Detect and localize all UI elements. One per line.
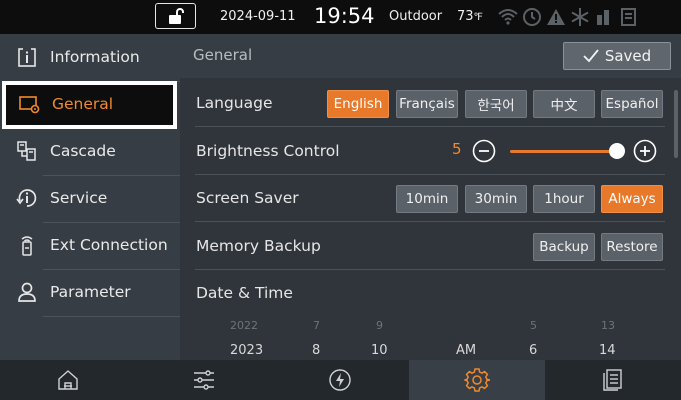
outdoor-temp-value: 73 (457, 9, 474, 24)
outdoor-temperature: 73℉ (457, 9, 483, 24)
nav-home-button[interactable] (0, 360, 136, 400)
picker-prev-minute: 13 (601, 319, 615, 332)
panel-header: General Saved (180, 34, 681, 78)
warning-icon (546, 6, 566, 28)
status-icons (498, 5, 638, 29)
sidebar-item-label: Ext Connection (50, 236, 168, 254)
backup-button[interactable]: Backup (533, 233, 595, 261)
nav-settings-sliders-button[interactable] (136, 360, 272, 400)
sidebar-item-service[interactable]: Service (0, 175, 180, 223)
status-time: 19:54 (314, 4, 375, 28)
sidebar-item-label: Cascade (50, 142, 116, 160)
document-icon (618, 6, 638, 28)
picker-month[interactable]: 8 (312, 343, 320, 358)
language-option-korean[interactable]: 한국어 (465, 90, 527, 118)
gear-icon (464, 368, 490, 392)
general-settings-icon (18, 93, 40, 115)
signal-icon (594, 6, 614, 28)
picker-prev-month: 7 (313, 319, 320, 332)
sidebar-item-label: General (52, 95, 114, 113)
info-icon (16, 46, 38, 68)
language-option-english[interactable]: English (327, 90, 389, 118)
user-icon (16, 281, 38, 303)
date-time-picker[interactable]: 2022 7 9 5 13 2023 8 10 AM 6 14 (180, 316, 681, 360)
language-row: Language English Français 한국어 中文 Español (180, 80, 681, 127)
memory-backup-row: Memory Backup Backup Restore (180, 223, 681, 270)
picker-prev-day: 9 (376, 319, 383, 332)
saved-button-label: Saved (604, 47, 652, 65)
minus-icon[interactable] (472, 139, 496, 163)
screen-saver-row: Screen Saver 10min 30min 1hour Always (180, 175, 681, 222)
power-icon (329, 369, 351, 391)
lock-button[interactable] (155, 3, 196, 29)
sidebar-item-cascade[interactable]: Cascade (0, 128, 180, 176)
restore-button[interactable]: Restore (601, 233, 663, 261)
bottom-nav (0, 360, 681, 400)
screen-saver-option-1hour[interactable]: 1hour (533, 185, 595, 213)
picker-day[interactable]: 10 (371, 343, 388, 358)
picker-ampm[interactable]: AM (456, 343, 476, 358)
language-label: Language (196, 94, 273, 112)
language-option-french[interactable]: Français (396, 90, 458, 118)
sidebar-item-ext-connection[interactable]: Ext Connection (0, 222, 180, 270)
memory-backup-label: Memory Backup (196, 237, 321, 255)
brightness-row: Brightness Control 5 (180, 128, 681, 175)
sidebar-item-label: Parameter (50, 283, 131, 301)
brightness-slider-handle[interactable] (609, 143, 625, 159)
picker-prev-year: 2022 (230, 319, 258, 332)
brightness-label: Brightness Control (196, 142, 340, 160)
cascade-icon (16, 140, 38, 162)
nav-power-button[interactable] (272, 360, 408, 400)
divider (195, 126, 665, 127)
ext-connection-icon (16, 234, 38, 256)
clock-icon (522, 6, 542, 28)
sidebar: Information General Cascade Service Ext … (0, 34, 180, 360)
language-option-spanish[interactable]: Español (601, 90, 663, 118)
language-option-chinese[interactable]: 中文 (533, 90, 595, 118)
service-icon (16, 187, 38, 209)
picker-hour[interactable]: 6 (529, 343, 537, 358)
scrollbar[interactable] (674, 90, 678, 158)
nav-gear-button[interactable] (409, 360, 545, 400)
temp-unit: ℉ (473, 12, 484, 23)
brightness-value: 5 (452, 140, 462, 158)
sidebar-item-parameter[interactable]: Parameter (0, 269, 180, 317)
screen-saver-label: Screen Saver (196, 189, 299, 207)
picker-prev-hour: 5 (530, 319, 537, 332)
nav-document-button[interactable] (545, 360, 681, 400)
screen-saver-option-30min[interactable]: 30min (465, 185, 527, 213)
home-icon (58, 370, 78, 390)
check-icon (583, 49, 599, 63)
status-bar: 2024-09-11 19:54 Outdoor 73℉ (0, 0, 681, 34)
date-time-label: Date & Time (196, 284, 293, 302)
page-title: General (193, 46, 253, 64)
picker-year[interactable]: 2023 (230, 343, 263, 358)
date-time-row: Date & Time (180, 270, 681, 317)
screen-saver-option-always[interactable]: Always (601, 185, 663, 213)
outdoor-label: Outdoor (389, 9, 443, 24)
document-list-icon (603, 369, 622, 391)
picker-minute[interactable]: 14 (599, 343, 616, 358)
screen-saver-option-10min[interactable]: 10min (396, 185, 458, 213)
sidebar-item-general[interactable]: General (2, 81, 177, 129)
sliders-icon (194, 370, 214, 390)
sidebar-item-information[interactable]: Information (0, 34, 180, 82)
brightness-slider-track[interactable] (510, 150, 615, 153)
divider (195, 221, 665, 222)
sidebar-item-label: Information (50, 48, 140, 66)
status-date: 2024-09-11 (220, 9, 296, 24)
plus-icon[interactable] (633, 139, 657, 163)
snowflake-icon (570, 6, 590, 28)
sidebar-item-label: Service (50, 189, 108, 207)
saved-button[interactable]: Saved (563, 42, 671, 70)
wifi-icon (498, 6, 518, 28)
divider (43, 316, 180, 317)
lock-open-icon (168, 8, 184, 24)
main-panel: General Saved Language English Français … (180, 34, 681, 360)
